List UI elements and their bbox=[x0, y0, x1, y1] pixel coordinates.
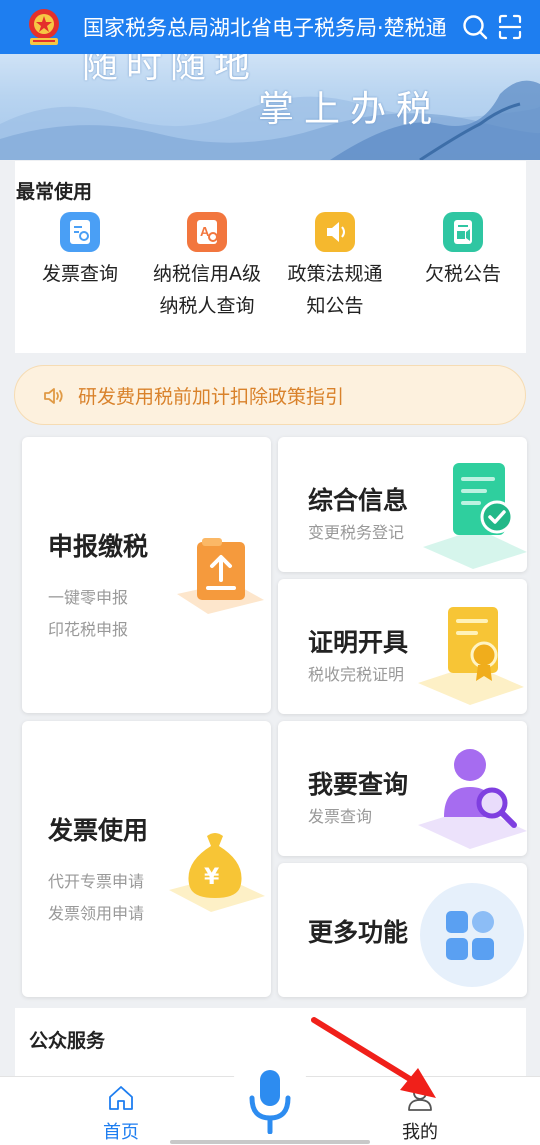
app-header: 国家税务总局湖北省电子税务局·楚税通 bbox=[0, 0, 540, 54]
invoice-search-icon bbox=[60, 212, 100, 252]
user-search-icon bbox=[418, 749, 527, 849]
nav-mine-label: 我的 bbox=[402, 1122, 438, 1143]
section-title: 最常使用 bbox=[16, 181, 93, 203]
card-declare-tax[interactable]: 申报缴税 一键零申报 印花税申报 bbox=[22, 437, 271, 713]
quick-item-label: 发票查询 bbox=[41, 263, 118, 285]
header-title: 国家税务总局湖北省电子税务局·楚税通 bbox=[83, 16, 447, 40]
card-title: 申报缴税 bbox=[48, 532, 149, 561]
quick-item-label: 纳税信用A级纳税人查询 bbox=[153, 263, 261, 317]
banner[interactable]: 随时随地 掌上办税 bbox=[0, 54, 540, 160]
svg-text:¥: ¥ bbox=[204, 865, 220, 890]
scan-icon[interactable] bbox=[498, 14, 522, 40]
notice-bar[interactable]: 研发费用税前加计扣除政策指引 bbox=[14, 365, 526, 425]
quick-item-label: 政策法规通知公告 bbox=[287, 263, 383, 317]
microphone-icon[interactable] bbox=[244, 1068, 296, 1134]
card-subtitle[interactable]: 一键零申报 bbox=[48, 584, 128, 608]
credit-search-icon: A bbox=[187, 212, 227, 252]
card-title: 综合信息 bbox=[308, 486, 409, 515]
upload-document-icon bbox=[177, 538, 264, 614]
banner-slogan-top: 随时随地 bbox=[82, 54, 259, 86]
card-more-functions[interactable]: 更多功能 bbox=[278, 863, 527, 997]
card-subtitle[interactable]: 发票查询 bbox=[308, 803, 372, 827]
home-icon bbox=[109, 1086, 133, 1110]
card-query[interactable]: 我要查询 发票查询 bbox=[278, 721, 527, 856]
most-used-section: 最常使用 发票查询 A 纳税信用A级纳税人查询 政策法规通知公告 欠税公告 bbox=[15, 161, 526, 353]
notice-text: 研发费用税前加计扣除政策指引 bbox=[78, 386, 345, 408]
card-certificate[interactable]: 证明开具 税收完税证明 bbox=[278, 579, 527, 714]
quick-item-credit-query[interactable]: A 纳税信用A级纳税人查询 bbox=[142, 212, 272, 322]
card-subtitle[interactable]: 税收完税证明 bbox=[308, 661, 404, 685]
grid-apps-icon bbox=[420, 883, 524, 987]
quick-item-policy-notice[interactable]: 政策法规通知公告 bbox=[270, 212, 400, 322]
national-emblem-icon bbox=[29, 9, 59, 45]
tax-notice-icon bbox=[443, 212, 483, 252]
quick-item-invoice-query[interactable]: 发票查询 bbox=[15, 212, 145, 290]
announcement-icon bbox=[315, 212, 355, 252]
nav-home[interactable]: 首页 bbox=[96, 1084, 146, 1144]
card-title: 我要查询 bbox=[308, 770, 409, 799]
card-title: 更多功能 bbox=[308, 918, 409, 947]
card-subtitle[interactable]: 发票领用申请 bbox=[48, 900, 144, 924]
speaker-icon bbox=[44, 388, 63, 404]
info-document-icon bbox=[423, 463, 527, 569]
nav-home-label: 首页 bbox=[103, 1122, 139, 1143]
banner-slogan-bottom: 掌上办税 bbox=[258, 89, 443, 130]
search-icon[interactable] bbox=[462, 14, 488, 40]
card-comprehensive-info[interactable]: 综合信息 变更税务登记 bbox=[278, 437, 527, 572]
quick-item-label: 欠税公告 bbox=[424, 263, 501, 285]
money-bag-icon: ¥ bbox=[169, 833, 265, 912]
card-subtitle[interactable]: 代开专票申请 bbox=[48, 868, 144, 892]
red-arrow-annotation bbox=[311, 1017, 436, 1098]
card-subtitle[interactable]: 印花税申报 bbox=[48, 616, 128, 640]
card-title: 发票使用 bbox=[48, 816, 149, 845]
quick-item-tax-arrears[interactable]: 欠税公告 bbox=[398, 212, 528, 290]
section-title: 公众服务 bbox=[29, 1030, 106, 1052]
card-title: 证明开具 bbox=[308, 628, 409, 657]
home-indicator bbox=[170, 1140, 370, 1144]
certificate-icon bbox=[418, 607, 524, 705]
card-subtitle[interactable]: 变更税务登记 bbox=[308, 519, 404, 543]
card-invoice-use[interactable]: 发票使用 代开专票申请 发票领用申请 ¥ bbox=[22, 721, 271, 997]
